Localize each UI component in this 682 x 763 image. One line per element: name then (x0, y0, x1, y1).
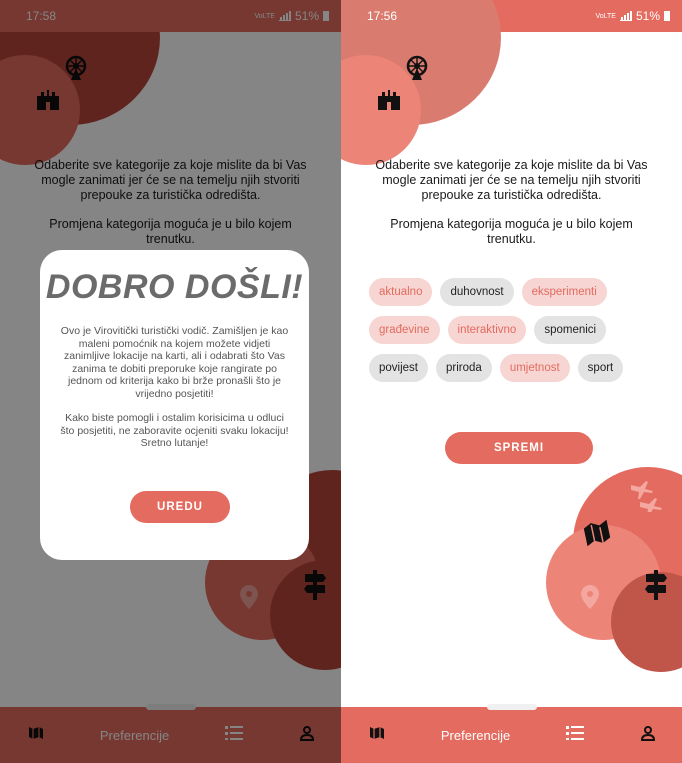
dialog-body: Ovo je Virovitički turistički vodič. Zam… (60, 325, 289, 450)
user-icon[interactable] (640, 725, 656, 746)
nav-preferences[interactable]: Preferencije (441, 728, 510, 743)
bottom-nav: Preferencije (341, 707, 682, 763)
intro-paragraph: Promjena kategorija moguća je u bilo koj… (390, 217, 633, 246)
list-icon[interactable] (566, 725, 585, 746)
status-bar: 17:56 VoLTE 51% (341, 0, 682, 32)
map-icon (583, 519, 611, 551)
castle-icon (377, 88, 401, 115)
battery-level: 51% (635, 9, 660, 23)
airplane-icon (628, 478, 664, 517)
category-chip-eksperimenti[interactable]: eksperimenti (521, 278, 607, 306)
right-screen: 17:56 VoLTE 51% Odaberite sve kategorije… (341, 0, 682, 763)
category-chip-gradevine[interactable]: građevine (369, 316, 440, 344)
battery-icon (664, 11, 670, 21)
dialog-title: DOBRO DOŠLI! (45, 268, 304, 306)
category-chip-priroda[interactable]: priroda (436, 354, 492, 382)
category-chips: aktualno duhovnost eksperimenti građevin… (369, 278, 639, 382)
category-chip-duhovnost[interactable]: duhovnost (440, 278, 514, 306)
category-chip-povijest[interactable]: povijest (369, 354, 428, 382)
nav-handle (486, 704, 537, 710)
category-chip-interaktivno[interactable]: interaktivno (447, 316, 527, 344)
ferris-wheel-icon (405, 55, 429, 86)
signpost-icon (644, 570, 668, 605)
signal-icon (619, 10, 632, 21)
category-chip-spomenici[interactable]: spomenici (534, 316, 607, 344)
dialog-paragraph: Kako biste pomogli i ostalim korisicima … (60, 412, 289, 449)
category-chip-sport[interactable]: sport (577, 354, 624, 382)
left-screen: 17:58 VoLTE 51% Odaberite sve kategorije… (0, 0, 341, 763)
welcome-dialog: DOBRO DOŠLI! Ovo je Virovitički turistič… (40, 250, 309, 560)
map-icon[interactable] (369, 725, 385, 746)
intro-text: Odaberite sve kategorije za koje mislite… (369, 158, 654, 247)
dialog-paragraph: Ovo je Virovitički turistički vodič. Zam… (60, 325, 289, 400)
ok-button[interactable]: UREDU (130, 491, 230, 523)
location-pin-icon (581, 585, 599, 614)
category-chip-aktualno[interactable]: aktualno (369, 278, 433, 306)
status-time: 17:56 (367, 9, 398, 23)
save-button[interactable]: SPREMI (445, 432, 593, 464)
intro-paragraph: Odaberite sve kategorije za koje mislite… (375, 158, 648, 202)
network-indicator: VoLTE (595, 12, 616, 20)
category-chip-umjetnost[interactable]: umjetnost (499, 354, 570, 382)
